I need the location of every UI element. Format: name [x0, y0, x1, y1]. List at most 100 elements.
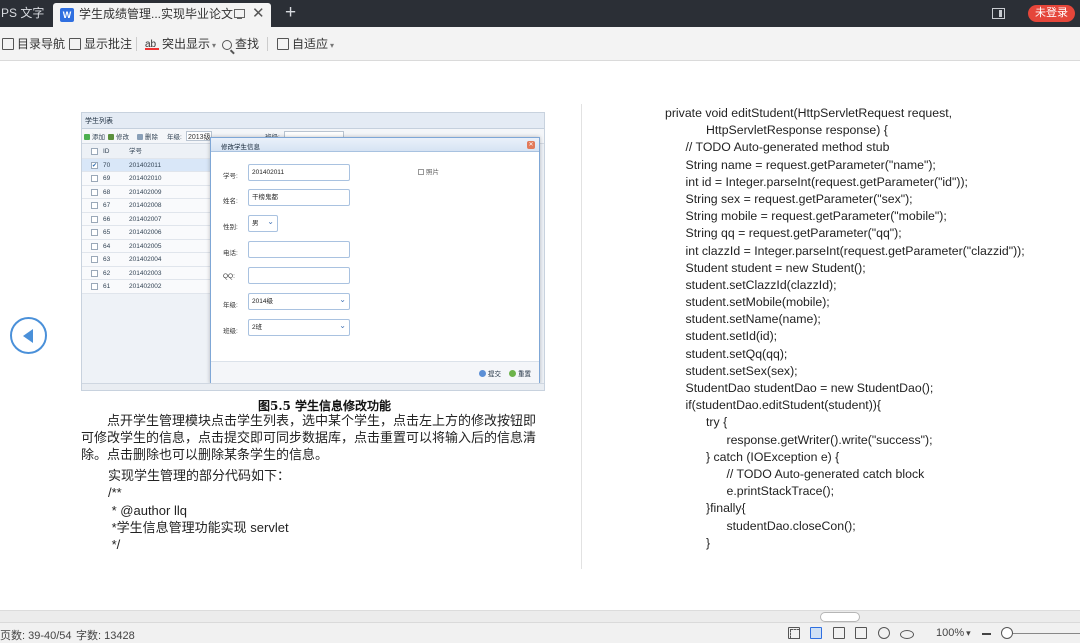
zoom-slider[interactable]	[1005, 633, 1080, 634]
zoom-out-button[interactable]	[982, 633, 991, 635]
web-view-icon[interactable]	[878, 627, 890, 639]
toc-navigation-button[interactable]: 目录导航	[2, 27, 65, 61]
row-student-number: 201402009	[129, 188, 162, 196]
document-view: 学生列表 添加 修改 删除 年级: 2013级 班级: ID 学号 ✔ 70 2…	[0, 62, 1080, 610]
checkbox	[91, 215, 98, 223]
row-id: 70	[103, 161, 111, 169]
tab-wps-writer[interactable]: PS 文字	[0, 0, 46, 27]
checkbox	[91, 202, 98, 209]
row-id: 62	[103, 269, 111, 277]
scrollbar-thumb[interactable]	[820, 612, 860, 622]
code-line: student.setId(id);	[665, 329, 778, 344]
reader-toolbar: 目录导航 显示批注 突出显示▾ 查找 自适应▾	[0, 27, 1080, 62]
show-annotations-button[interactable]: 显示批注	[69, 27, 132, 61]
code-line: StudentDao studentDao = new StudentDao()…	[665, 381, 934, 395]
table-row: 66 201402007	[82, 212, 212, 226]
code-line: student.setClazzId(clazzId);	[665, 277, 837, 292]
outline-view-icon[interactable]	[855, 627, 867, 639]
previous-page-button[interactable]	[10, 317, 47, 354]
code-comment-line: * @author llq	[108, 503, 187, 518]
figure-edit-button: 修改	[108, 131, 129, 141]
highlight-button[interactable]: 突出显示▾	[145, 27, 217, 62]
code-line: if(studentDao.editStudent(student)){	[665, 398, 882, 413]
page-divider	[581, 104, 582, 569]
sex-select: 男	[248, 214, 278, 232]
submit-icon	[479, 370, 486, 377]
row-id: 64	[103, 242, 111, 250]
field-label-phone: 电话:	[223, 250, 238, 257]
row-student-number: 201402011	[129, 161, 162, 169]
login-button[interactable]: 未登录	[1028, 5, 1075, 22]
read-mode-icon[interactable]	[810, 627, 822, 639]
zoom-level[interactable]: 100% ▾	[936, 627, 971, 639]
toolbar-divider	[136, 37, 137, 51]
close-icon: ✕	[527, 141, 535, 149]
row-student-number: 201402010	[129, 175, 162, 182]
fit-page-icon	[277, 38, 289, 50]
delete-icon	[137, 134, 143, 140]
code-line: }	[665, 535, 711, 550]
field-label-student-number: 学号:	[223, 173, 238, 180]
reset-icon	[509, 370, 516, 377]
table-row: ✔ 70 201402011	[82, 158, 212, 172]
code-intro-text: 实现学生管理的部分代码如下：	[108, 468, 291, 483]
photo-placeholder: 照片	[418, 166, 522, 180]
zoom-value: 100%	[936, 627, 965, 639]
window-layout-icon[interactable]	[992, 8, 1005, 19]
code-line: studentDao.closeCon();	[665, 518, 856, 533]
code-line: student.setQq(qq);	[665, 346, 788, 361]
close-tab-button[interactable]: ✕	[252, 5, 265, 23]
name-field: 干榜鬼都	[248, 189, 350, 206]
code-line: int clazzId = Integer.parseInt(request.g…	[665, 243, 1025, 258]
page-view-icon[interactable]	[833, 627, 845, 639]
fit-width-button[interactable]: 自适应 ▾	[277, 27, 334, 61]
field-label-class: 班级:	[223, 328, 238, 335]
code-line: student.setMobile(mobile);	[665, 295, 830, 310]
show-annotations-label: 显示批注	[84, 37, 133, 51]
checkbox	[91, 242, 98, 250]
code-comment-line: */	[108, 537, 121, 552]
code-comment-line: /**	[108, 485, 122, 500]
horizontal-scrollbar[interactable]	[0, 610, 1080, 622]
reset-label: 重置	[518, 371, 531, 378]
code-line: try {	[665, 415, 728, 430]
figure-delete-button: 删除	[137, 131, 158, 141]
annotation-icon	[69, 38, 81, 50]
image-icon	[418, 169, 424, 175]
qq-field	[248, 267, 350, 284]
code-line: Student student = new Student();	[665, 260, 866, 275]
zoom-slider-handle[interactable]	[1001, 627, 1013, 639]
table-row: 67 201402008	[82, 199, 212, 213]
toolbar-divider	[267, 37, 268, 51]
fullscreen-icon[interactable]	[788, 627, 800, 639]
code-line: response.getWriter().write("success");	[665, 432, 933, 447]
code-line: String mobile = request.getParameter("mo…	[665, 209, 947, 224]
field-label-sex: 性别:	[223, 224, 238, 231]
row-student-number: 201402006	[129, 229, 162, 236]
find-button[interactable]: 查找	[222, 27, 259, 61]
word-count: 字数: 13428	[76, 630, 135, 642]
checkbox	[91, 256, 98, 263]
highlight-label: 突出显示	[162, 37, 211, 51]
tab-document-title: 学生成绩管理...实现毕业论文	[79, 7, 234, 21]
dialog-title: 修改学生信息	[221, 144, 260, 151]
code-line: // TODO Auto-generated method stub	[665, 140, 890, 155]
code-line: private void editStudent(HttpServletRequ…	[665, 106, 953, 120]
table-row: 69 201402010	[82, 172, 212, 186]
chevron-down-icon: ▾	[212, 41, 217, 50]
reset-button: 重置	[509, 368, 531, 378]
row-student-number: 201402005	[129, 242, 162, 250]
submit-button: 提交	[479, 368, 501, 378]
search-icon	[222, 40, 232, 50]
figure-add-label: 添加	[92, 134, 105, 141]
row-student-number: 201402008	[129, 202, 162, 209]
tab-document[interactable]: W 学生成绩管理...实现毕业论文 ✕	[53, 3, 271, 27]
toc-navigation-label: 目录导航	[17, 37, 66, 51]
new-tab-button[interactable]: +	[285, 1, 296, 25]
eye-care-icon[interactable]	[900, 627, 914, 639]
checkbox: ✔	[91, 161, 98, 169]
figure-edit-student-dialog: 修改学生信息 ✕ 学号: 201402011 照片 姓名: 干榜鬼都 性别: 男…	[210, 137, 540, 384]
code-line: int id = Integer.parseInt(request.getPar…	[665, 174, 968, 189]
window-icon[interactable]	[234, 9, 245, 19]
figure-panel-title: 学生列表	[85, 118, 113, 125]
